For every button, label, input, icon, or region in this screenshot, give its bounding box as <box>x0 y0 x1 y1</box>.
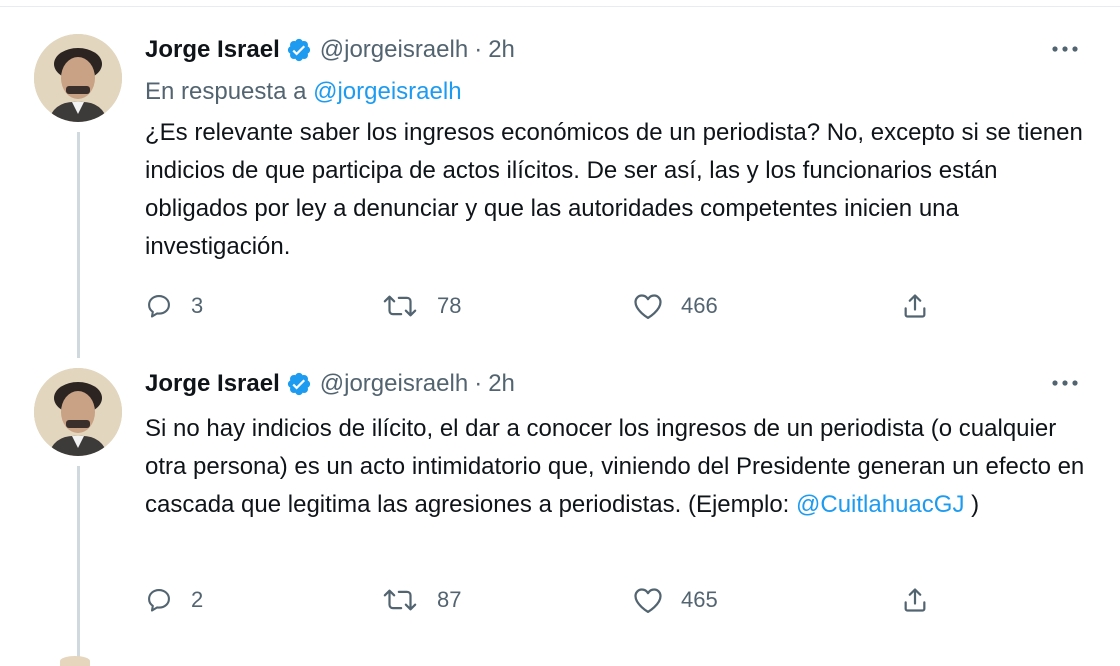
like-button[interactable]: 466 <box>633 286 718 326</box>
tweet-text-part: ) <box>964 491 980 518</box>
more-icon <box>1052 380 1078 386</box>
retweet-count: 87 <box>437 587 462 612</box>
like-count: 465 <box>681 587 718 612</box>
verified-badge-icon <box>286 371 312 397</box>
tweet-actions: 2 87 465 <box>145 580 945 620</box>
tweet-text: Si no hay indicios de ilícito, el dar a … <box>145 410 1085 524</box>
thread-line <box>77 132 80 358</box>
reply-context: En respuesta a @jorgeisraelh <box>145 74 1085 110</box>
like-icon <box>634 294 662 319</box>
tweet-actions: 3 78 466 <box>145 286 945 326</box>
retweet-button[interactable]: 87 <box>381 580 461 620</box>
like-button[interactable]: 465 <box>633 580 718 620</box>
verified-badge-icon <box>286 37 312 63</box>
retweet-icon <box>383 589 417 611</box>
tweet-text: ¿Es relevante saber los ingresos económi… <box>145 119 1083 260</box>
share-button[interactable] <box>901 286 929 326</box>
top-divider <box>0 0 1120 7</box>
reply-to-handle[interactable]: @jorgeisraelh <box>313 78 461 105</box>
reply-icon <box>148 589 170 612</box>
tweet-timestamp[interactable]: 2h <box>488 36 515 64</box>
tweet-header: Jorge Israel @jorgeisraelh · 2h <box>145 362 1085 406</box>
reply-button[interactable]: 3 <box>145 286 203 326</box>
like-icon <box>634 588 662 613</box>
like-count: 466 <box>681 293 718 318</box>
retweet-button[interactable]: 78 <box>381 286 461 326</box>
avatar[interactable] <box>34 34 122 122</box>
tweet-header: Jorge Israel @jorgeisraelh · 2h <box>145 28 1085 72</box>
reply-count: 3 <box>191 293 204 318</box>
author-handle[interactable]: @jorgeisraelh <box>320 36 468 64</box>
avatar[interactable] <box>34 368 122 456</box>
tweet-content: Jorge Israel @jorgeisraelh · 2h En respu… <box>145 28 1085 319</box>
share-icon <box>904 294 926 318</box>
retweet-icon <box>383 295 417 317</box>
reply-button[interactable]: 2 <box>145 580 203 620</box>
reply-count: 2 <box>191 587 204 612</box>
author-name[interactable]: Jorge Israel <box>145 370 280 398</box>
tweet-timestamp[interactable]: 2h <box>488 370 515 398</box>
more-button[interactable] <box>1045 34 1085 64</box>
reply-prefix: En respuesta a <box>145 78 307 105</box>
separator-dot: · <box>474 36 483 63</box>
mention-link[interactable]: @CuitlahuacGJ <box>796 491 964 518</box>
reply-icon <box>148 295 170 318</box>
author-handle[interactable]: @jorgeisraelh <box>320 370 468 398</box>
tweet[interactable]: Jorge Israel @jorgeisraelh · 2h Si no ha… <box>0 362 1120 662</box>
avatar-image <box>34 34 122 122</box>
more-icon <box>1052 46 1078 52</box>
author-name[interactable]: Jorge Israel <box>145 36 280 64</box>
thread-line <box>77 466 80 662</box>
more-button[interactable] <box>1045 368 1085 398</box>
separator-dot: · <box>474 370 483 397</box>
tweet[interactable]: Jorge Israel @jorgeisraelh · 2h En respu… <box>0 28 1120 358</box>
retweet-count: 78 <box>437 293 462 318</box>
tweet-content: Jorge Israel @jorgeisraelh · 2h Si no ha… <box>145 362 1085 613</box>
avatar-image <box>34 368 122 456</box>
share-button[interactable] <box>901 580 929 620</box>
next-tweet-avatar <box>60 656 90 666</box>
share-icon <box>904 588 926 612</box>
